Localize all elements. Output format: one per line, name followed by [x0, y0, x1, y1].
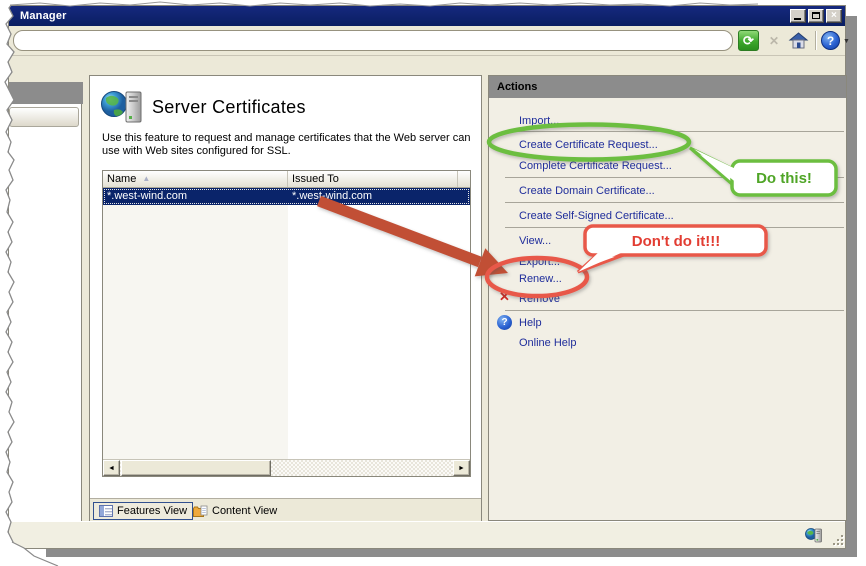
actions-separator	[505, 227, 844, 228]
scroll-right-icon: ►	[458, 465, 465, 472]
refresh-button[interactable]: ⟳	[738, 30, 759, 51]
actions-separator	[505, 202, 844, 203]
close-icon: ×	[830, 10, 838, 21]
maximize-icon	[812, 12, 820, 19]
window-drop-shadow-right	[846, 16, 857, 557]
actions-separator	[505, 177, 844, 178]
resize-grip[interactable]	[830, 532, 843, 545]
status-bar	[9, 521, 845, 548]
address-bar-input[interactable]	[13, 30, 733, 51]
features-view-icon	[99, 505, 113, 517]
window-title: Manager	[20, 10, 67, 22]
action-online-help[interactable]: Online Help	[519, 333, 576, 353]
action-help[interactable]: Help	[519, 313, 542, 333]
action-view[interactable]: View...	[519, 231, 551, 251]
action-import[interactable]: Import...	[519, 111, 559, 131]
table-row[interactable]: *.west-wind.com *.west-wind.com	[103, 188, 470, 205]
refresh-icon: ⟳	[743, 33, 754, 48]
tab-content-view[interactable]: Content View	[188, 502, 282, 520]
home-button[interactable]	[788, 30, 809, 51]
horizontal-scrollbar[interactable]: ◄ ►	[103, 459, 470, 476]
tab-features-view[interactable]: Features View	[93, 502, 194, 520]
column-header-stub	[458, 171, 471, 187]
scrollbar-thumb[interactable]	[121, 460, 271, 476]
content-view-icon	[193, 505, 208, 517]
action-renew[interactable]: Renew...	[519, 269, 562, 289]
action-create-certificate-request[interactable]: Create Certificate Request...	[519, 135, 658, 155]
toolbar: ⟳ ✕ ? ▼	[9, 26, 850, 56]
server-certificates-icon	[101, 91, 142, 123]
view-tab-strip: Features View Content View	[90, 500, 481, 521]
scroll-left-icon: ◄	[108, 465, 115, 472]
connections-toolbar-remnant	[9, 107, 79, 127]
tab-label: Content View	[212, 505, 278, 517]
feature-description: Use this feature to request and manage c…	[102, 132, 471, 157]
actions-panel-header: Actions	[489, 76, 846, 98]
column-header-issued-to[interactable]: Issued To	[288, 171, 458, 187]
feature-panel: Server Certificates Use this feature to …	[89, 75, 482, 521]
certificates-list[interactable]: Name ▲ Issued To *.west-wind.com *.west-w…	[102, 170, 471, 477]
home-icon	[788, 32, 809, 49]
toolbar-separator	[815, 31, 817, 50]
feature-title: Server Certificates	[152, 97, 306, 117]
scroll-right-button[interactable]: ►	[453, 460, 470, 476]
window-drop-shadow-bottom	[46, 549, 857, 557]
help-button[interactable]: ?	[821, 31, 840, 50]
app-window: Manager × ⟳ ✕ ? ▼ Server Certificates Us…	[8, 5, 850, 549]
action-complete-certificate-request[interactable]: Complete Certificate Request...	[519, 156, 672, 176]
action-create-self-signed-certificate[interactable]: Create Self-Signed Certificate...	[519, 206, 674, 226]
list-header-row: Name ▲ Issued To	[103, 171, 470, 188]
sorted-column-shading	[103, 188, 288, 459]
remove-icon: ✕	[499, 289, 510, 304]
action-remove[interactable]: Remove	[519, 289, 560, 309]
connections-panel-remnant	[9, 104, 82, 521]
tab-label: Features View	[117, 505, 188, 517]
scroll-left-button[interactable]: ◄	[103, 460, 120, 476]
help-icon: ?	[826, 34, 835, 48]
actions-separator	[505, 310, 844, 311]
cell-name: *.west-wind.com	[107, 190, 188, 202]
help-dropdown-caret-icon[interactable]: ▼	[843, 38, 850, 45]
minimize-button[interactable]	[790, 9, 806, 23]
cell-issued-to: *.west-wind.com	[292, 190, 373, 202]
minimize-icon	[794, 18, 801, 20]
maximize-button[interactable]	[808, 9, 824, 23]
connections-panel-header-remnant	[9, 82, 83, 104]
actions-separator	[505, 131, 844, 132]
column-header-name[interactable]: Name ▲	[103, 171, 288, 187]
close-button[interactable]: ×	[826, 9, 842, 23]
sort-ascending-icon: ▲	[142, 174, 151, 183]
action-create-domain-certificate[interactable]: Create Domain Certificate...	[519, 181, 655, 201]
help-icon: ?	[497, 315, 512, 330]
title-bar: Manager ×	[9, 6, 845, 26]
status-server-icon	[805, 528, 822, 543]
actions-panel: Actions Import... Create Certificate Req…	[488, 75, 847, 521]
stop-icon: ✕	[768, 34, 780, 48]
stop-button-disabled: ✕	[765, 32, 783, 50]
